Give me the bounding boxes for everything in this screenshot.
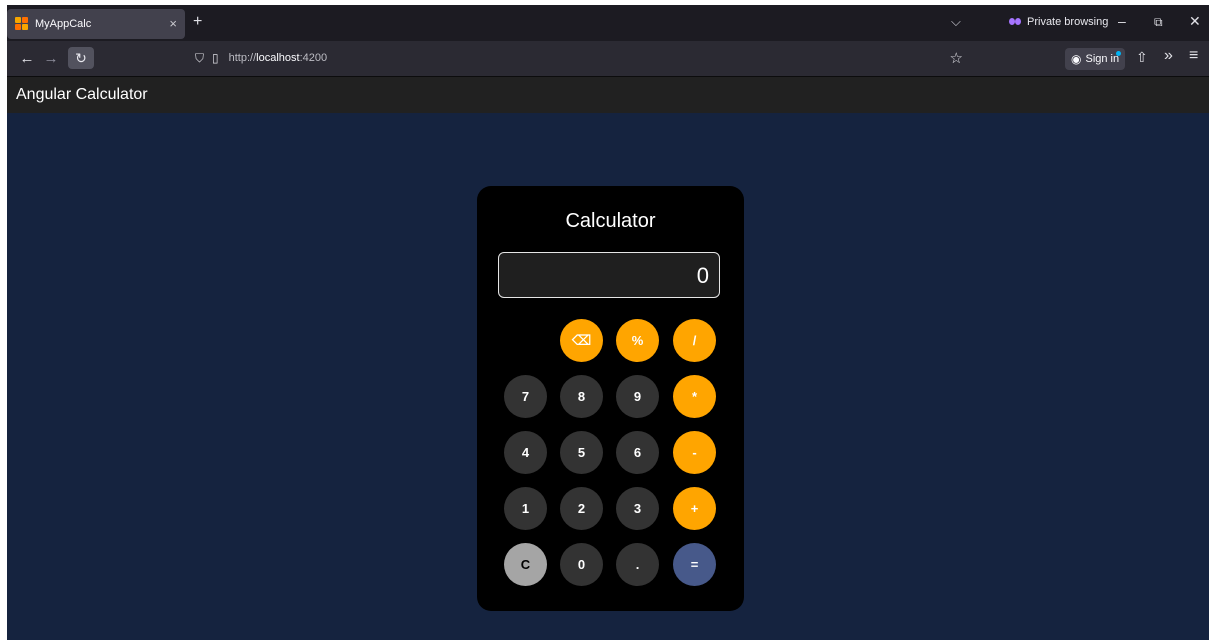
reload-icon[interactable]: ↻ bbox=[68, 47, 94, 69]
decimal-point-button[interactable]: . bbox=[616, 543, 659, 586]
app-title: Angular Calculator bbox=[16, 86, 148, 103]
notification-dot bbox=[1116, 51, 1122, 56]
clear-button[interactable]: C bbox=[504, 543, 547, 586]
digit-8-button[interactable]: 8 bbox=[560, 375, 603, 418]
forward-icon[interactable]: → bbox=[41, 47, 61, 69]
digit-9-button[interactable]: 9 bbox=[616, 375, 659, 418]
browser-window: MyAppCalc × + ⌵ Private browsing – ⧉ ✕ ←… bbox=[7, 5, 1209, 640]
digit-1-button[interactable]: 1 bbox=[504, 487, 547, 530]
extensions-icon[interactable]: ⇧ bbox=[1136, 49, 1148, 66]
app-header: Angular Calculator bbox=[7, 77, 1209, 113]
calculator-card: Calculator 0 ⌫ % / 7 8 9 * 4 5 6 - 1 2 3… bbox=[477, 186, 744, 611]
digit-7-button[interactable]: 7 bbox=[504, 375, 547, 418]
digit-0-button[interactable]: 0 bbox=[560, 543, 603, 586]
plus-button[interactable]: + bbox=[673, 487, 716, 530]
tab-strip: MyAppCalc × + ⌵ Private browsing – ⧉ ✕ bbox=[7, 5, 1209, 41]
tab-myappcalc[interactable]: MyAppCalc × bbox=[7, 9, 185, 39]
digit-3-button[interactable]: 3 bbox=[616, 487, 659, 530]
digit-4-button[interactable]: 4 bbox=[504, 431, 547, 474]
divide-button[interactable]: / bbox=[673, 319, 716, 362]
percent-button[interactable]: % bbox=[616, 319, 659, 362]
new-tab-button[interactable]: + bbox=[193, 13, 202, 31]
tracking-shield-icon[interactable]: ⛉ bbox=[195, 51, 204, 66]
tab-title: MyAppCalc bbox=[35, 18, 92, 30]
url-text[interactable]: http://localhost:4200 bbox=[229, 52, 327, 64]
sign-in-label: Sign in bbox=[1085, 53, 1120, 65]
tab-close-icon[interactable]: × bbox=[169, 16, 177, 31]
account-icon: ◉ bbox=[1071, 52, 1082, 66]
calculator-title: Calculator bbox=[565, 210, 656, 232]
backspace-button[interactable]: ⌫ bbox=[560, 319, 603, 362]
overflow-menu-icon[interactable]: » bbox=[1164, 47, 1173, 65]
hamburger-menu-icon[interactable]: ≡ bbox=[1189, 47, 1198, 65]
list-all-tabs-icon[interactable]: ⌵ bbox=[951, 14, 961, 30]
digit-6-button[interactable]: 6 bbox=[616, 431, 659, 474]
url-bar[interactable]: ⛉ ▯ http://localhost:4200 ☆ bbox=[183, 45, 969, 71]
equals-button[interactable]: = bbox=[673, 543, 716, 586]
back-icon[interactable]: ← bbox=[17, 47, 37, 69]
page-content: Calculator 0 ⌫ % / 7 8 9 * 4 5 6 - 1 2 3… bbox=[7, 113, 1209, 640]
close-window-icon[interactable]: ✕ bbox=[1189, 13, 1201, 30]
navigation-bar: ← → ↻ ⛉ ▯ http://localhost:4200 ☆ ◉ Sign… bbox=[7, 41, 1209, 77]
bookmark-star-icon[interactable]: ☆ bbox=[950, 49, 963, 67]
page-info-icon[interactable]: ▯ bbox=[212, 51, 219, 65]
restore-icon[interactable]: ⧉ bbox=[1154, 15, 1163, 30]
private-browsing-indicator: Private browsing bbox=[1009, 16, 1108, 28]
calculator-display: 0 bbox=[498, 252, 720, 298]
private-browsing-label: Private browsing bbox=[1027, 16, 1109, 28]
multiply-button[interactable]: * bbox=[673, 375, 716, 418]
private-mask-icon bbox=[1009, 18, 1021, 26]
sign-in-button[interactable]: ◉ Sign in bbox=[1065, 48, 1126, 70]
digit-5-button[interactable]: 5 bbox=[560, 431, 603, 474]
digit-2-button[interactable]: 2 bbox=[560, 487, 603, 530]
minimize-icon[interactable]: – bbox=[1118, 13, 1126, 29]
minus-button[interactable]: - bbox=[673, 431, 716, 474]
app-favicon-icon bbox=[15, 17, 29, 31]
